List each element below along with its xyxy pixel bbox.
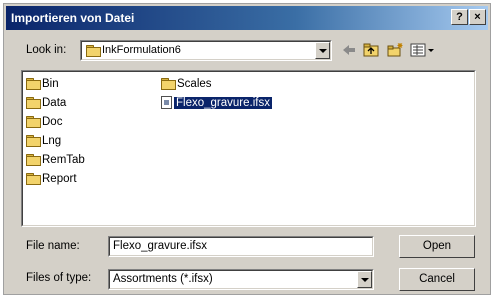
cancel-button[interactable]: Cancel bbox=[399, 268, 475, 291]
view-menu-icon[interactable] bbox=[410, 42, 436, 58]
file-icon bbox=[161, 96, 172, 110]
folder-icon bbox=[26, 173, 41, 186]
close-button[interactable]: × bbox=[469, 9, 486, 25]
up-folder-icon[interactable] bbox=[362, 42, 380, 58]
folder-item-lng[interactable]: Lng bbox=[26, 133, 61, 149]
open-button[interactable]: Open bbox=[399, 235, 475, 258]
folder-item-bin[interactable]: Bin bbox=[26, 76, 59, 92]
look-in-dropdown-arrow[interactable] bbox=[315, 42, 330, 59]
folder-item-doc[interactable]: Doc bbox=[26, 114, 62, 130]
files-of-type-label: Files of type: bbox=[26, 272, 92, 284]
folder-icon bbox=[26, 97, 41, 110]
folder-item-scales[interactable]: Scales bbox=[161, 76, 212, 92]
folder-icon bbox=[26, 116, 41, 129]
file-name-input[interactable]: Flexo_gravure.ifsx bbox=[108, 236, 374, 257]
look-in-combobox[interactable]: InkFormulation6 bbox=[80, 40, 332, 61]
folder-icon bbox=[86, 44, 101, 57]
dialog-title: Importieren von Datei bbox=[11, 11, 135, 25]
folder-item-report[interactable]: Report bbox=[26, 171, 77, 187]
file-name-label: File name: bbox=[26, 240, 80, 252]
look-in-label: Look in: bbox=[26, 44, 67, 56]
file-name-value: Flexo_gravure.ifsx bbox=[113, 240, 207, 252]
folder-icon bbox=[161, 78, 176, 91]
title-bar: Importieren von Datei ? × bbox=[6, 6, 488, 30]
help-button[interactable]: ? bbox=[451, 9, 468, 25]
files-of-type-select[interactable]: Assortments (*.ifsx) bbox=[108, 269, 374, 290]
files-of-type-dropdown-arrow[interactable] bbox=[357, 271, 372, 288]
folder-icon bbox=[26, 78, 41, 91]
import-dialog: Importieren von Datei ? × Look in: InkFo… bbox=[3, 3, 491, 295]
folder-item-remtab[interactable]: RemTab bbox=[26, 152, 85, 168]
file-item-flexo-gravure[interactable]: Flexo_gravure.ifsx bbox=[161, 95, 273, 111]
look-in-value: InkFormulation6 bbox=[102, 44, 181, 56]
new-folder-icon[interactable] bbox=[386, 42, 404, 58]
folder-icon bbox=[26, 154, 41, 167]
file-list[interactable]: Bin Data Doc Lng RemTab Report Scales Fl… bbox=[21, 70, 476, 227]
files-of-type-value: Assortments (*.ifsx) bbox=[113, 273, 213, 285]
folder-icon bbox=[26, 135, 41, 148]
folder-item-data[interactable]: Data bbox=[26, 95, 66, 111]
look-in-row: Look in: InkFormulation6 bbox=[4, 40, 490, 62]
back-arrow-icon[interactable] bbox=[340, 42, 358, 58]
